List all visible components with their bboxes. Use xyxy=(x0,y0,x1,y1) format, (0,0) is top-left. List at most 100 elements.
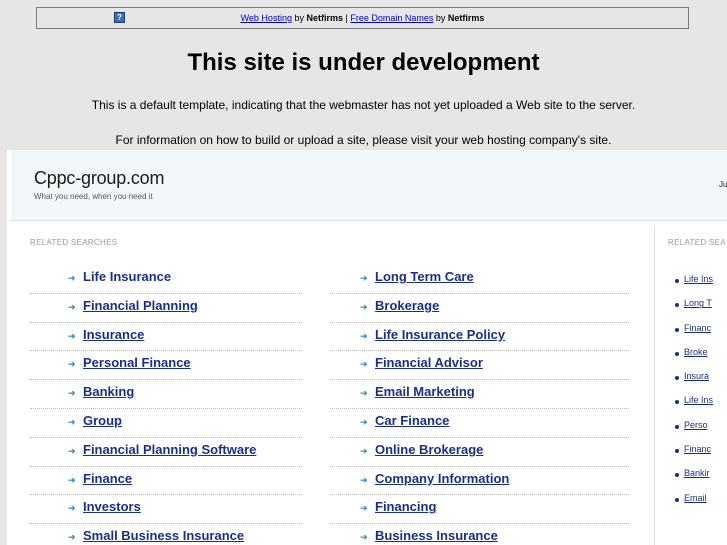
bullet-icon xyxy=(675,424,679,429)
list-item: ➔ Personal Finance xyxy=(30,351,302,381)
site-tagline: What you need, when you need it xyxy=(34,192,153,201)
arrow-right-icon: ➔ xyxy=(68,388,76,399)
arrow-right-icon: ➔ xyxy=(360,330,368,341)
bullet-icon xyxy=(675,497,679,502)
arrow-right-icon: ➔ xyxy=(68,532,76,543)
sidebar-search-link[interactable]: Financ xyxy=(684,443,711,455)
arrow-right-icon: ➔ xyxy=(68,273,76,283)
arrow-right-icon: ➔ xyxy=(68,330,76,341)
related-search-link[interactable]: Car Finance xyxy=(375,413,449,428)
bullet-icon xyxy=(675,279,679,283)
sidebar-search-link[interactable]: Broke xyxy=(684,346,708,358)
site-header: Cppc-group.com What you need, when you n… xyxy=(11,150,727,221)
related-search-link[interactable]: Group xyxy=(83,413,122,428)
arrow-right-icon: ➔ xyxy=(360,273,368,283)
arrow-right-icon: ➔ xyxy=(68,359,76,370)
related-searches-main: RELATED SEARCHES ➔ Life Insurance ➔ Financi… xyxy=(11,226,655,545)
sidebar-search-link[interactable]: Life Ins xyxy=(684,394,713,406)
related-search-link[interactable]: Business Insurance xyxy=(375,528,498,543)
parked-domain-frame: Cppc-group.com What you need, when you n… xyxy=(7,150,727,545)
related-search-link[interactable]: Small Business Insurance xyxy=(83,528,244,543)
related-search-link[interactable]: Online Brokerage xyxy=(375,442,483,457)
sidebar-search-link[interactable]: Email xyxy=(684,492,707,504)
netfirms-brand-2: Netfirms xyxy=(447,13,485,23)
related-searches-sidebar: RELATED SEA Life Ins Long T Financ Broke Ins… xyxy=(655,226,727,545)
list-item: ➔ Company Information xyxy=(330,467,629,496)
arrow-right-icon: ➔ xyxy=(360,359,368,370)
sidebar-search-link[interactable]: Insura xyxy=(684,370,709,382)
arrow-right-icon: ➔ xyxy=(360,416,368,427)
related-search-link[interactable]: Insurance xyxy=(83,327,144,342)
related-search-link[interactable]: Life Insurance Policy xyxy=(375,327,505,342)
related-search-link[interactable]: Banking xyxy=(83,384,134,399)
related-search-link[interactable]: Financing xyxy=(375,499,436,514)
web-hosting-link[interactable]: Web Hosting xyxy=(241,13,292,23)
list-item: ➔ Financial Planning xyxy=(30,294,302,323)
bullet-icon xyxy=(675,327,679,332)
list-item: ➔ Online Brokerage xyxy=(330,438,629,467)
list-item: ➔ Finance xyxy=(30,467,302,496)
list-item: ➔ Email Marketing xyxy=(330,380,629,409)
arrow-right-icon: ➔ xyxy=(360,301,368,312)
related-searches-label: RELATED SEARCHES xyxy=(30,238,118,247)
list-item: ➔ Life Insurance xyxy=(30,265,302,294)
related-search-link[interactable]: Brokerage xyxy=(375,298,439,313)
related-search-link[interactable]: Financial Planning xyxy=(83,298,198,313)
question-icon[interactable]: ? xyxy=(114,12,125,23)
list-item: ➔ Insurance xyxy=(30,323,302,352)
sidebar-search-link[interactable]: Perso xyxy=(684,419,708,431)
list-item: ➔ Investors xyxy=(30,495,302,525)
sidebar-search-link[interactable]: Life Ins xyxy=(684,273,713,285)
netfirms-brand-1: Netfirms xyxy=(306,13,343,23)
sidebar-search-link[interactable]: Financ xyxy=(684,322,711,334)
arrow-right-icon: ➔ xyxy=(360,474,368,485)
related-search-link[interactable]: Personal Finance xyxy=(83,355,191,370)
list-item: ➔ Car Finance xyxy=(330,409,629,438)
free-domain-names-link[interactable]: Free Domain Names xyxy=(350,13,433,23)
bullet-icon xyxy=(675,400,679,405)
sidebar-search-link[interactable]: Bankir xyxy=(684,467,710,479)
site-title[interactable]: Cppc-group.com xyxy=(34,168,164,188)
list-item: ➔ Long Term Care xyxy=(330,265,629,294)
list-item: ➔ Financial Planning Software xyxy=(30,438,302,467)
related-search-link[interactable]: Finance xyxy=(83,471,132,486)
info-default-template: This is a default template, indicating t… xyxy=(91,98,636,112)
arrow-right-icon: ➔ xyxy=(360,388,368,399)
related-searches-right-column: ➔ Long Term Care ➔ Brokerage ➔ Life Insurance… xyxy=(330,265,629,545)
list-item: ➔ Small Business Insurance xyxy=(30,524,302,545)
arrow-right-icon: ➔ xyxy=(68,416,76,427)
by-text-1: by xyxy=(291,13,307,23)
by-text-2: by xyxy=(433,13,448,23)
bullet-icon xyxy=(675,449,679,454)
bullet-icon xyxy=(675,376,679,381)
related-search-link[interactable]: Email Marketing xyxy=(375,384,475,399)
related-search-link[interactable]: Company Information xyxy=(375,471,509,486)
page-title: This site is under development xyxy=(187,49,540,76)
related-search-link[interactable]: Investors xyxy=(83,499,141,514)
info-hosting-company: For information on how to build or uploa… xyxy=(115,133,612,147)
related-search-link[interactable]: Financial Planning Software xyxy=(83,442,256,457)
list-item: ➔ Business Insurance xyxy=(330,524,629,545)
arrow-right-icon: ➔ xyxy=(68,474,76,485)
arrow-right-icon: ➔ xyxy=(68,503,76,514)
related-search-link[interactable]: Long Term Care xyxy=(375,269,474,284)
arrow-right-icon: ➔ xyxy=(360,445,368,456)
list-item: ➔ Banking xyxy=(30,380,302,409)
related-search-link[interactable]: Life Insurance xyxy=(83,269,171,284)
arrow-right-icon: ➔ xyxy=(68,445,76,456)
arrow-right-icon: ➔ xyxy=(68,301,76,312)
sidebar-related-searches-label: RELATED SEA xyxy=(668,238,726,247)
bullet-icon xyxy=(675,473,679,478)
list-item: ➔ Financing xyxy=(330,495,629,525)
related-search-link[interactable]: Financial Advisor xyxy=(375,355,483,370)
bullet-icon xyxy=(675,351,679,356)
arrow-right-icon: ➔ xyxy=(360,503,368,514)
list-item: ➔ Brokerage xyxy=(330,294,629,323)
related-searches-left-column: ➔ Life Insurance ➔ Financial Planning ➔ Insur… xyxy=(30,265,302,545)
sidebar-search-link[interactable]: Long T xyxy=(684,297,712,309)
bullet-icon xyxy=(675,303,679,308)
list-item: ➔ Group xyxy=(30,409,302,438)
arrow-right-icon: ➔ xyxy=(360,532,368,543)
list-item: ➔ Financial Advisor xyxy=(330,351,629,381)
list-item: ➔ Life Insurance Policy xyxy=(330,323,629,352)
